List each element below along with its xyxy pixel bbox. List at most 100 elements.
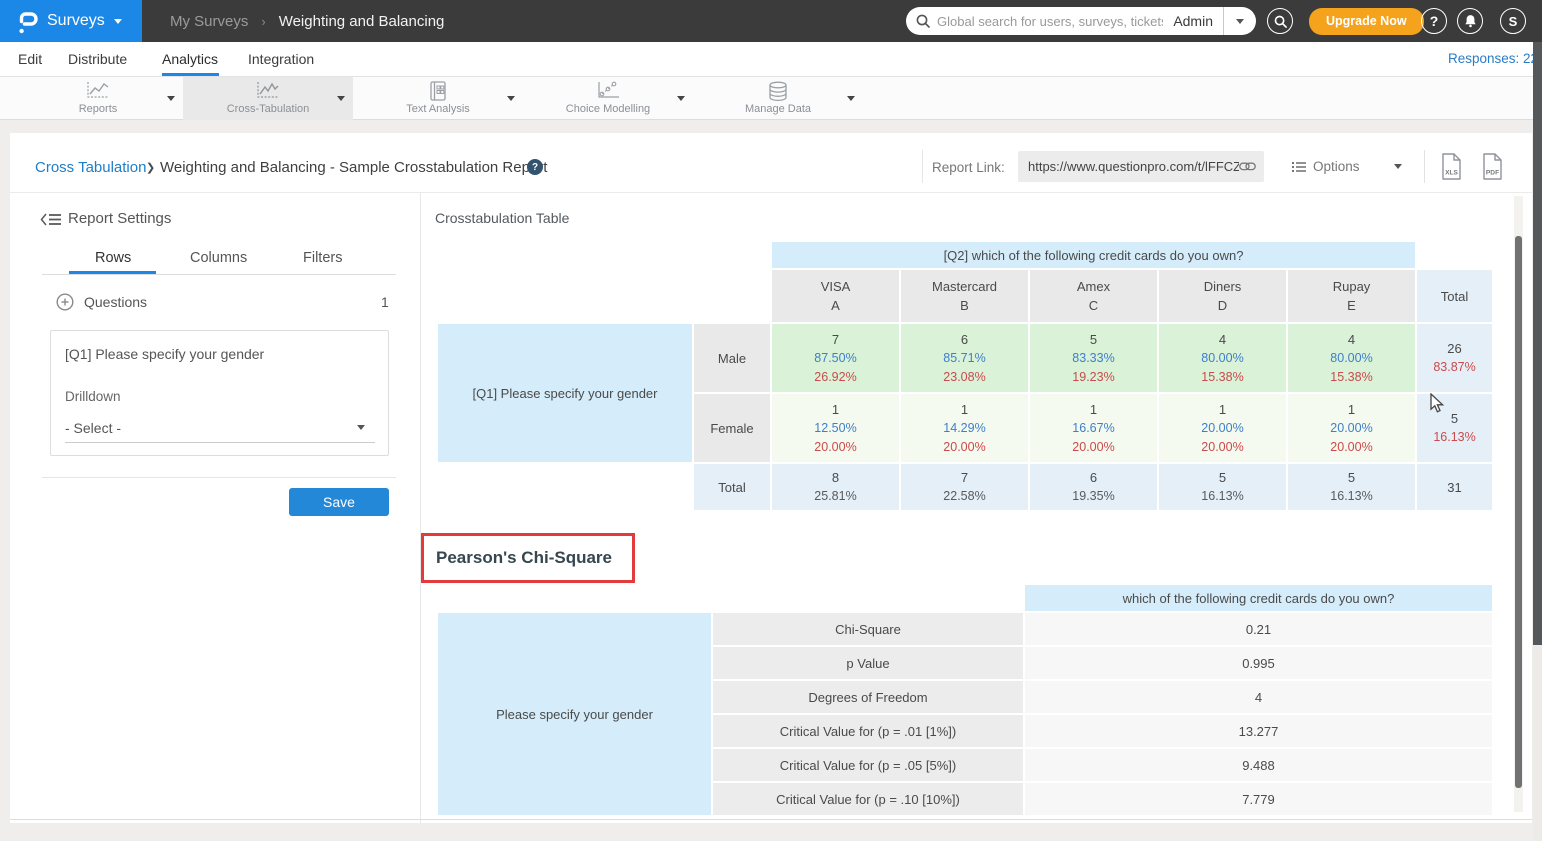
chevron-down-icon[interactable]: [847, 96, 855, 101]
chi-metric: Degrees of Freedom: [713, 681, 1023, 713]
scatter-chart-icon: [523, 81, 693, 100]
drilldown-select[interactable]: - Select -: [65, 420, 121, 436]
export-xls-button[interactable]: XLS: [1440, 153, 1463, 180]
page: Surveys My Surveys › Weighting and Balan…: [0, 0, 1542, 841]
row-label-female: Female: [694, 394, 770, 462]
toolbar-reports[interactable]: Reports: [13, 77, 183, 120]
search-button[interactable]: [1267, 8, 1293, 34]
tab-columns[interactable]: Columns: [190, 250, 247, 266]
divider: [420, 193, 421, 823]
column-question-header: [Q2] which of the following credit cards…: [772, 242, 1415, 268]
column-header-mastercard: MastercardB: [901, 270, 1028, 322]
tab-rows[interactable]: Rows: [95, 250, 131, 266]
account-avatar[interactable]: S: [1500, 8, 1526, 34]
link-icon[interactable]: [1239, 161, 1256, 172]
notifications-button[interactable]: [1457, 8, 1483, 34]
toolbar-text-analysis-label: Text Analysis: [353, 103, 523, 115]
report-url[interactable]: https://www.questionpro.com/t/lFFCZg: [1028, 159, 1239, 174]
chi-value: 4: [1025, 681, 1492, 713]
divider: [10, 819, 1532, 820]
chi-value: 0.21: [1025, 613, 1492, 645]
crosstab-cell: 480.00%15.38%: [1288, 324, 1415, 392]
chi-metric: Critical Value for (p = .10 [10%]): [713, 783, 1023, 815]
annotation-red-box: Pearson's Chi-Square: [421, 533, 635, 583]
crosstab-cell: 120.00%20.00%: [1288, 394, 1415, 462]
top-bar: Surveys My Surveys › Weighting and Balan…: [0, 0, 1542, 42]
crosstab-section-title: Crosstabulation Table: [435, 210, 569, 226]
chevron-right-icon: ❯: [146, 161, 155, 174]
totals-cell: 825.81%: [772, 464, 899, 510]
collapse-panel-icon[interactable]: [40, 212, 62, 227]
spacer-cell: [438, 242, 770, 268]
drilldown-label: Drilldown: [65, 389, 121, 404]
search-icon: [916, 14, 930, 28]
chi-metric: Critical Value for (p = .01 [1%]): [713, 715, 1023, 747]
chi-value: 13.277: [1025, 715, 1492, 747]
content-scrollbar-thumb[interactable]: [1515, 236, 1522, 788]
responses-count: Responses: 22: [1448, 42, 1538, 76]
options-menu[interactable]: Options: [1292, 151, 1360, 182]
active-tab-underline: [162, 73, 219, 76]
global-search[interactable]: Admin: [906, 7, 1256, 35]
totals-cell: 516.13%: [1159, 464, 1286, 510]
breadcrumb-survey-name: Weighting and Balancing: [279, 13, 445, 30]
nav-distribute[interactable]: Distribute: [68, 42, 127, 76]
search-scope-value: Admin: [1163, 13, 1223, 29]
global-search-input[interactable]: [937, 14, 1163, 29]
spacer-cell: [1417, 242, 1492, 268]
upgrade-now-button[interactable]: Upgrade Now: [1309, 8, 1424, 35]
nav-analytics[interactable]: Analytics: [162, 42, 218, 76]
save-button[interactable]: Save: [289, 488, 389, 516]
toolbar-choice-modelling[interactable]: Choice Modelling: [523, 77, 693, 120]
grand-total-cell: 31: [1417, 464, 1492, 510]
toolbar-manage-data[interactable]: Manage Data: [693, 77, 863, 120]
column-header-amex: AmexC: [1030, 270, 1157, 322]
report-link-field[interactable]: https://www.questionpro.com/t/lFFCZg: [1018, 151, 1264, 182]
toolbar-reports-label: Reports: [13, 103, 183, 115]
report-link-label: Report Link:: [932, 160, 1005, 175]
spacer-cell: [438, 464, 692, 510]
chi-column-header: which of the following credit cards do y…: [1025, 585, 1492, 611]
chevron-down-icon[interactable]: [357, 425, 365, 430]
analytics-toolbar: Reports Cross-Tabulation Text Analysis C…: [0, 77, 1542, 120]
svg-text:PDF: PDF: [1486, 170, 1499, 177]
row-question-cell: [Q1] Please specify your gender: [438, 324, 692, 462]
chevron-down-icon[interactable]: [677, 96, 685, 101]
breadcrumb-cross-tabulation[interactable]: Cross Tabulation: [35, 159, 146, 176]
chevron-down-icon[interactable]: [507, 96, 515, 101]
breadcrumb-my-surveys[interactable]: My Surveys: [170, 13, 248, 30]
book-icon: [353, 81, 523, 101]
toolbar-cross-tabulation[interactable]: Cross-Tabulation: [183, 77, 353, 120]
app-switcher[interactable]: Surveys: [0, 0, 142, 42]
help-icon[interactable]: ?: [527, 159, 543, 175]
toolbar-choice-modelling-label: Choice Modelling: [523, 103, 693, 115]
page-scrollbar-thumb[interactable]: [1533, 42, 1542, 645]
nav-edit[interactable]: Edit: [18, 42, 42, 76]
export-pdf-button[interactable]: PDF: [1481, 153, 1504, 180]
crosstab-cell: 583.33%19.23%: [1030, 324, 1157, 392]
search-scope-dropdown[interactable]: [1224, 7, 1256, 35]
toolbar-cross-tabulation-label: Cross-Tabulation: [183, 103, 353, 115]
line-chart-icon: [183, 81, 353, 100]
crosstab-cell: 114.29%20.00%: [901, 394, 1028, 462]
list-icon: [1292, 161, 1306, 173]
chevron-down-icon[interactable]: [337, 96, 345, 101]
chevron-down-icon[interactable]: [1394, 164, 1402, 169]
toolbar-manage-data-label: Manage Data: [693, 103, 863, 115]
nav-integration[interactable]: Integration: [248, 42, 314, 76]
divider: [922, 150, 923, 183]
chevron-down-icon[interactable]: [167, 96, 175, 101]
totals-cell: 722.58%: [901, 464, 1028, 510]
add-question-button[interactable]: [56, 293, 74, 311]
column-header-diners: DinersD: [1159, 270, 1286, 322]
help-button[interactable]: ?: [1421, 8, 1447, 34]
bell-icon: [1464, 14, 1477, 28]
product-name: Surveys: [47, 12, 105, 30]
database-icon: [693, 81, 863, 102]
tab-filters[interactable]: Filters: [303, 250, 342, 266]
column-header-visa: VISAA: [772, 270, 899, 322]
toolbar-text-analysis[interactable]: Text Analysis: [353, 77, 523, 120]
chi-square-table: which of the following credit cards do y…: [436, 583, 1494, 817]
panel-title: Report Settings: [68, 210, 171, 227]
crosstab-cell: 120.00%20.00%: [1159, 394, 1286, 462]
